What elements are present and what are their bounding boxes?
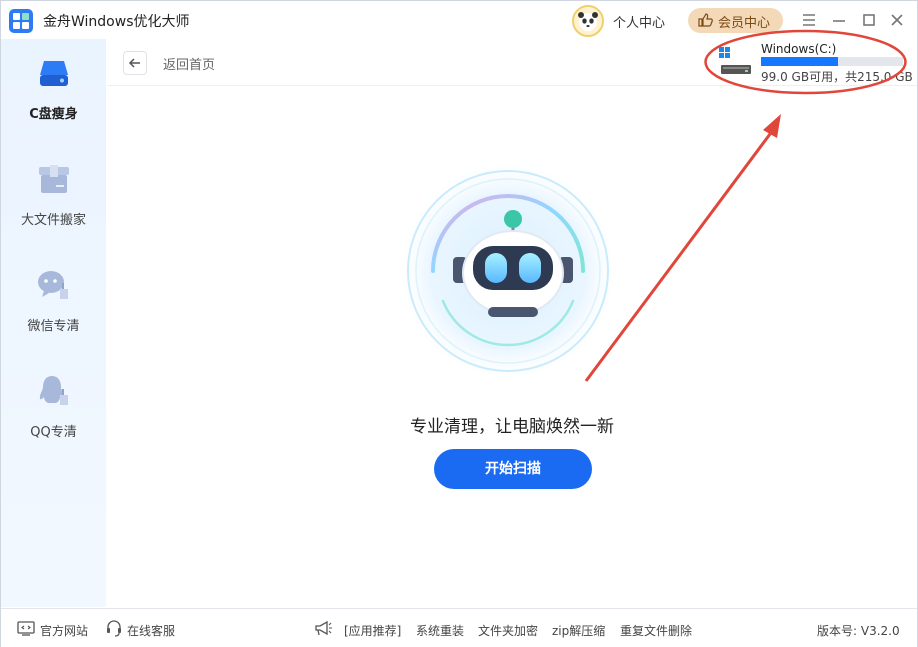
sidebar-item-big-file-move[interactable]: 大文件搬家 xyxy=(1,145,106,245)
menu-icon[interactable] xyxy=(799,10,819,30)
profile-center-link[interactable]: 个人中心 xyxy=(613,12,665,31)
close-icon[interactable] xyxy=(887,10,907,30)
maximize-icon[interactable] xyxy=(859,10,879,30)
footer: 官方网站 在线客服 [应用推荐] 系统重装 文件夹加密 zip解压缩 重复文件删… xyxy=(1,608,917,647)
disk-icon xyxy=(40,61,68,86)
headset-icon xyxy=(107,620,121,637)
annotation-ellipse xyxy=(704,29,907,95)
tagline: 专业清理，让电脑焕然一新 xyxy=(410,417,614,437)
qq-clean-icon xyxy=(39,376,68,405)
avatar[interactable] xyxy=(572,5,604,37)
app-logo-icon xyxy=(9,9,33,33)
minimize-icon[interactable] xyxy=(829,10,849,30)
megaphone-icon xyxy=(315,620,332,636)
cleaner-robot-icon xyxy=(396,159,620,383)
robot-illustration xyxy=(393,151,623,391)
footer-link-folder-encrypt[interactable]: 文件夹加密 xyxy=(478,622,538,639)
arrow-left-icon xyxy=(128,58,140,68)
sidebar-item-wechat-clean[interactable]: 微信专清 xyxy=(1,251,106,351)
app-window: 金舟Windows优化大师 个人中心 会员中心 C盘瘦身 大文件搬家 微信专清 … xyxy=(0,0,918,647)
website-icon xyxy=(17,621,35,636)
wechat-clean-icon xyxy=(38,271,68,299)
version-label: 版本号: V3.2.0 xyxy=(817,624,900,638)
back-home-link[interactable]: 返回首页 xyxy=(163,54,215,73)
box-icon xyxy=(39,165,69,193)
footer-link-duplicate-delete[interactable]: 重复文件删除 xyxy=(620,622,692,639)
sidebar-item-c-drive-slim[interactable]: C盘瘦身 xyxy=(1,39,106,139)
sidebar: C盘瘦身 大文件搬家 微信专清 QQ专清 xyxy=(1,39,106,607)
app-title: 金舟Windows优化大师 xyxy=(43,14,190,30)
start-scan-button[interactable]: 开始扫描 xyxy=(434,449,592,489)
back-button[interactable] xyxy=(123,51,147,75)
sidebar-item-qq-clean[interactable]: QQ专清 xyxy=(1,357,106,457)
online-support-link[interactable]: 在线客服 xyxy=(127,622,175,639)
app-recommend-label: [应用推荐] xyxy=(344,624,402,638)
thumb-crown-icon xyxy=(698,13,713,27)
footer-link-system-reinstall[interactable]: 系统重装 xyxy=(416,622,464,639)
footer-link-zip-extract[interactable]: zip解压缩 xyxy=(552,622,605,639)
panda-avatar-icon xyxy=(578,12,598,31)
official-website-link[interactable]: 官方网站 xyxy=(40,622,88,639)
